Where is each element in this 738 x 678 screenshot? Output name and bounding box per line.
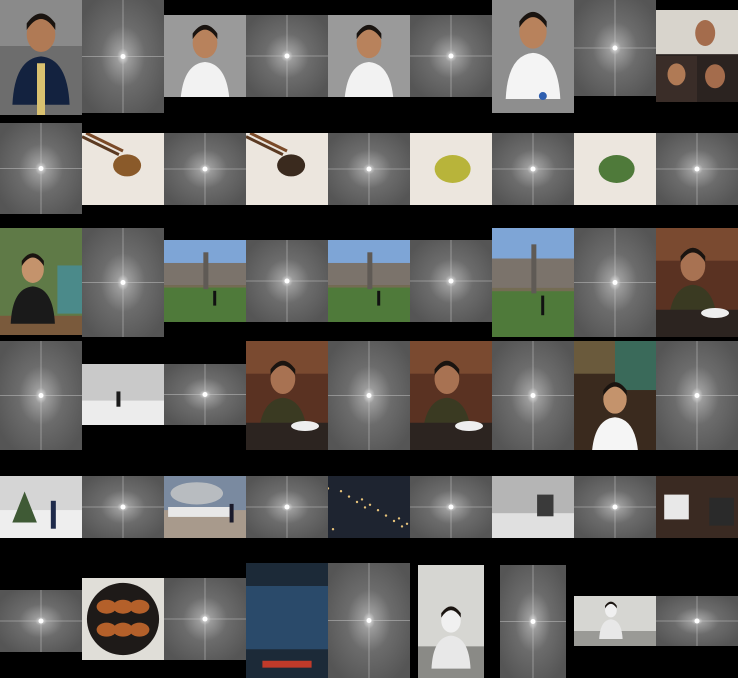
photo-tile-campus-trees <box>328 240 410 322</box>
photo-tile-woman-white-dress <box>574 341 656 450</box>
image-mosaic <box>0 0 738 678</box>
photo-tile-leaf-yellow-green <box>410 133 492 205</box>
photo-tile-interstellar-poster <box>418 565 484 678</box>
photo-tile-woman-garden <box>0 228 82 335</box>
photo-tile-man-dining <box>410 341 492 450</box>
fourier-spectrum-tile <box>0 123 82 214</box>
photo-tile-portrait <box>164 15 246 97</box>
fourier-spectrum-tile <box>574 476 656 538</box>
photo-tile-snow-park <box>82 364 164 425</box>
fourier-spectrum-tile <box>246 240 328 322</box>
fourier-spectrum-tile <box>410 476 492 538</box>
fourier-spectrum-tile <box>0 341 82 450</box>
fourier-spectrum-tile <box>656 133 738 205</box>
photo-tile-campus-trees <box>164 240 246 322</box>
photo-tile-seoul-sign <box>164 476 246 538</box>
fourier-spectrum-tile <box>656 341 738 450</box>
photo-tile-man-dining <box>246 341 328 450</box>
fourier-spectrum-tile <box>82 228 164 337</box>
fourier-spectrum-tile <box>574 228 656 337</box>
photo-tile-portrait-graduation <box>0 0 82 115</box>
fourier-spectrum-tile <box>164 133 246 205</box>
photo-tile-portrait <box>328 15 410 97</box>
fourier-spectrum-tile <box>574 0 656 96</box>
fourier-spectrum-tile <box>492 341 574 450</box>
photo-tile-roast-chicken <box>82 578 164 660</box>
photo-tile-portrait-uniform <box>492 0 574 113</box>
fourier-spectrum-tile <box>492 133 574 205</box>
photo-tile-astronaut-wide <box>574 596 656 646</box>
fourier-spectrum-tile <box>164 364 246 425</box>
fourier-spectrum-tile <box>246 476 328 538</box>
photo-tile-snow-tree <box>0 476 82 538</box>
photo-tile-video-call <box>656 10 738 102</box>
photo-tile-chopsticks-leaf-dark <box>246 133 328 205</box>
fourier-spectrum-tile <box>246 15 328 97</box>
photo-tile-leaf-green <box>574 133 656 205</box>
fourier-spectrum-tile <box>410 15 492 97</box>
fourier-spectrum-tile <box>656 596 738 646</box>
photo-tile-desk-items <box>656 476 738 538</box>
fourier-spectrum-tile <box>328 563 410 678</box>
photo-tile-snowy-street <box>492 476 574 538</box>
fourier-spectrum-tile <box>500 565 566 678</box>
fourier-spectrum-tile <box>410 240 492 322</box>
photo-tile-campus-trees <box>492 228 574 337</box>
photo-tile-man-dining <box>656 228 738 337</box>
photo-tile-inception-poster <box>246 563 328 678</box>
fourier-spectrum-tile <box>328 133 410 205</box>
fourier-spectrum-tile <box>82 476 164 538</box>
fourier-spectrum-tile <box>82 0 164 113</box>
fourier-spectrum-tile <box>0 590 82 652</box>
photo-tile-chopsticks-leaf-brown <box>82 133 164 205</box>
fourier-spectrum-tile <box>164 578 246 660</box>
fourier-spectrum-tile <box>328 341 410 450</box>
photo-tile-city-night <box>328 476 410 538</box>
